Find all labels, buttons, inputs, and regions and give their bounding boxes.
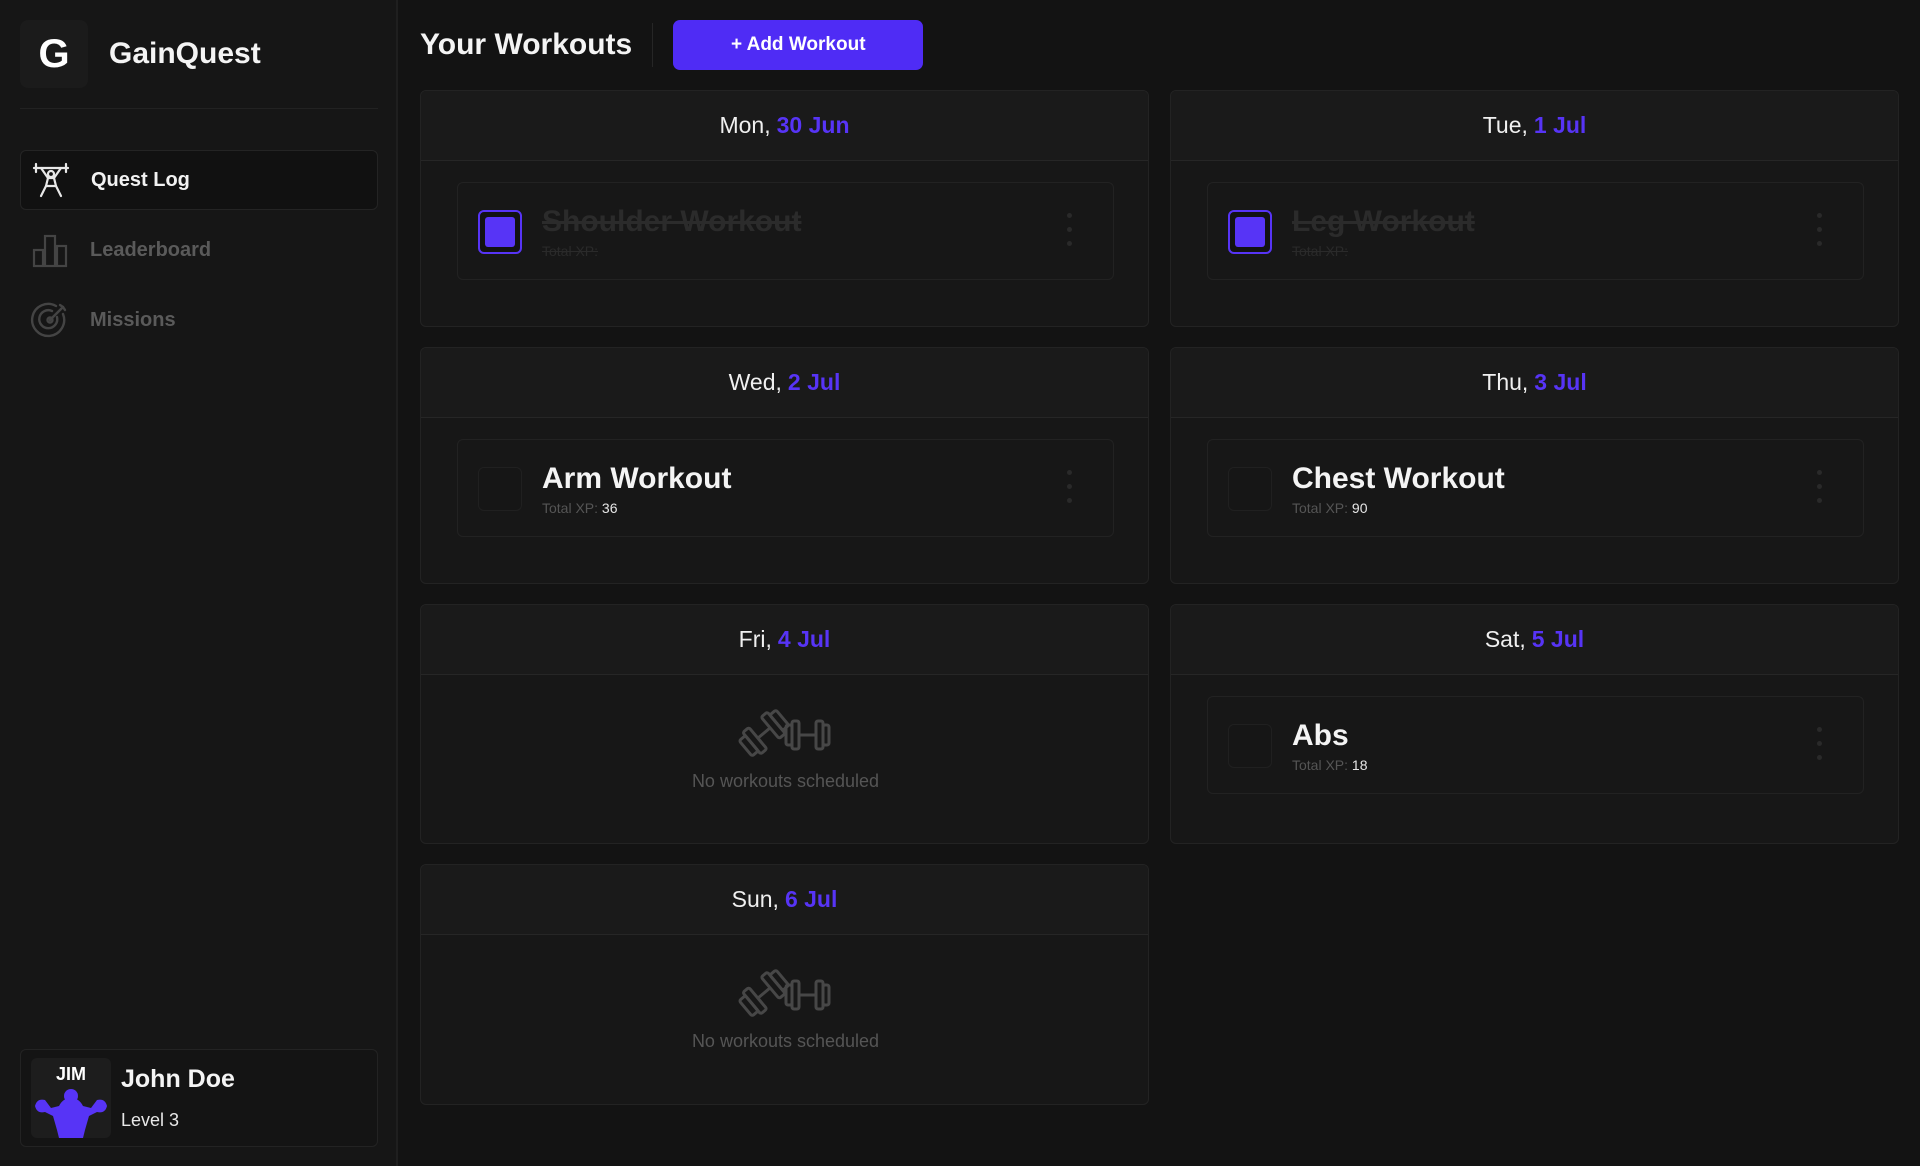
day-header: Mon, 30 Jun xyxy=(421,91,1148,161)
empty-state-text: No workouts scheduled xyxy=(691,771,880,791)
avatar: JIM xyxy=(31,1058,111,1138)
workout-checkbox[interactable] xyxy=(478,210,522,254)
flexing-person-icon xyxy=(35,1089,107,1138)
page-header: Your Workouts + Add Workout xyxy=(420,20,924,70)
workout-checkbox[interactable] xyxy=(1228,724,1272,768)
day-date: 2 Jul xyxy=(787,369,841,395)
day-name: Wed, xyxy=(728,369,782,395)
workout-checkbox[interactable] xyxy=(1228,467,1272,511)
workout-xp: Total XP: 90 xyxy=(1292,500,1368,516)
empty-state: No workouts scheduled xyxy=(421,705,1148,792)
brand-name: GainQuest xyxy=(109,37,261,70)
workout-name: Arm Workout xyxy=(542,462,732,495)
workout-item[interactable]: Leg Workout Total XP: xyxy=(1207,182,1864,280)
bar-chart-icon xyxy=(32,234,68,268)
workout-xp: Total XP: 36 xyxy=(542,500,618,516)
empty-state-text: No workouts scheduled xyxy=(691,1031,880,1051)
brand-logo: G xyxy=(20,20,88,88)
profile-info: John Doe Level 3 xyxy=(121,1065,235,1131)
day-card-tue: Tue, 1 Jul Leg Workout Total XP: xyxy=(1170,90,1899,327)
day-date: 1 Jul xyxy=(1533,112,1587,138)
dumbbells-icon xyxy=(738,969,830,1017)
page-title: Your Workouts xyxy=(420,28,633,61)
day-header: Thu, 3 Jul xyxy=(1171,348,1898,418)
workout-item[interactable]: Shoulder Workout Total XP: xyxy=(457,182,1114,280)
more-options-icon[interactable] xyxy=(1065,213,1073,253)
workout-item[interactable]: Chest Workout Total XP: 90 xyxy=(1207,439,1864,537)
day-card-sat: Sat, 5 Jul Abs Total XP: 18 xyxy=(1170,604,1899,844)
workout-xp: Total XP: xyxy=(1292,243,1349,259)
day-header: Sun, 6 Jul xyxy=(421,865,1148,935)
day-date: 4 Jul xyxy=(777,626,831,652)
sidebar-nav: Quest Log Leaderboard Missions xyxy=(20,150,378,360)
workout-name: Chest Workout xyxy=(1292,462,1505,495)
workout-xp: Total XP: 18 xyxy=(1292,757,1368,773)
more-options-icon[interactable] xyxy=(1815,470,1823,510)
workout-xp: Total XP: xyxy=(542,243,599,259)
more-options-icon[interactable] xyxy=(1815,727,1823,767)
day-card-sun: Sun, 6 Jul No workouts scheduled xyxy=(420,864,1149,1105)
workout-item[interactable]: Abs Total XP: 18 xyxy=(1207,696,1864,794)
user-profile-card[interactable]: JIM John Doe Level 3 xyxy=(20,1049,378,1147)
more-options-icon[interactable] xyxy=(1815,213,1823,253)
empty-state: No workouts scheduled xyxy=(421,965,1148,1052)
day-card-wed: Wed, 2 Jul Arm Workout Total XP: 36 xyxy=(420,347,1149,584)
user-level: Level 3 xyxy=(121,1110,180,1130)
brand: G GainQuest xyxy=(20,20,261,88)
app: G GainQuest Quest Log Leaderboard Missio… xyxy=(0,0,1920,1166)
add-workout-button[interactable]: + Add Workout xyxy=(673,20,924,70)
user-name: John Doe xyxy=(121,1065,235,1093)
divider xyxy=(20,108,378,109)
sidebar-item-missions[interactable]: Missions xyxy=(20,290,378,350)
day-name: Tue, xyxy=(1482,112,1528,138)
sidebar-item-label: Quest Log xyxy=(91,168,190,191)
day-name: Fri, xyxy=(738,626,772,652)
day-date: 5 Jul xyxy=(1531,626,1585,652)
sidebar-item-label: Leaderboard xyxy=(90,238,212,261)
day-date: 3 Jul xyxy=(1534,369,1587,395)
workout-name: Shoulder Workout xyxy=(542,205,802,238)
day-card-fri: Fri, 4 Jul No workouts scheduled xyxy=(420,604,1149,844)
day-header: Tue, 1 Jul xyxy=(1171,91,1898,161)
workout-checkbox[interactable] xyxy=(478,467,522,511)
day-header: Fri, 4 Jul xyxy=(421,605,1148,675)
day-header: Sat, 5 Jul xyxy=(1171,605,1898,675)
day-header: Wed, 2 Jul xyxy=(421,348,1148,418)
day-name: Thu, xyxy=(1482,369,1529,395)
workout-name: Abs xyxy=(1292,719,1349,752)
day-card-mon: Mon, 30 Jun Shoulder Workout Total XP: xyxy=(420,90,1149,327)
dumbbells-icon xyxy=(738,709,830,757)
sidebar-item-quest-log[interactable]: Quest Log xyxy=(20,150,378,210)
workout-checkbox[interactable] xyxy=(1228,210,1272,254)
divider xyxy=(652,23,654,67)
day-name: Sun, xyxy=(731,886,779,912)
day-card-thu: Thu, 3 Jul Chest Workout Total XP: 90 xyxy=(1170,347,1899,584)
day-name: Mon, xyxy=(719,112,771,138)
day-date: 6 Jul xyxy=(784,886,838,912)
target-icon xyxy=(30,302,67,338)
day-name: Sat, xyxy=(1484,626,1526,652)
more-options-icon[interactable] xyxy=(1065,470,1073,510)
day-date: 30 Jun xyxy=(776,112,850,138)
sidebar: G GainQuest Quest Log Leaderboard Missio… xyxy=(0,0,398,1166)
workout-item[interactable]: Arm Workout Total XP: 36 xyxy=(457,439,1114,537)
workout-name: Leg Workout xyxy=(1292,205,1475,238)
sidebar-item-leaderboard[interactable]: Leaderboard xyxy=(20,220,378,280)
sidebar-item-label: Missions xyxy=(90,308,176,331)
weightlifter-icon xyxy=(32,162,70,198)
